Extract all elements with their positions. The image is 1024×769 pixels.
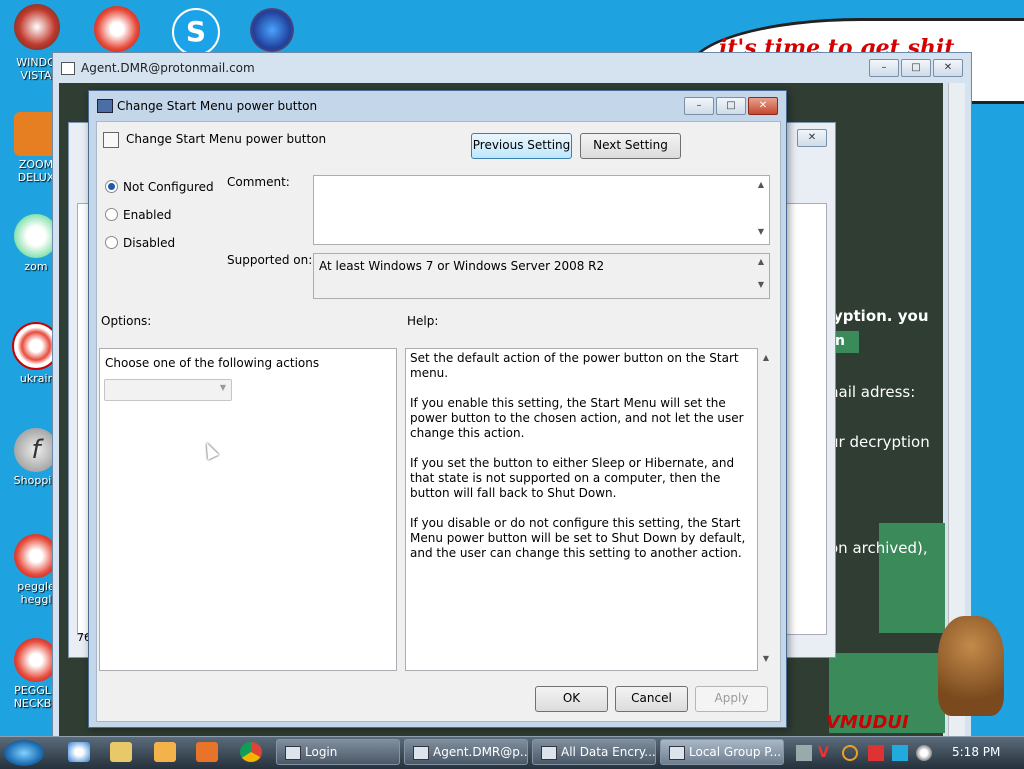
setting-icon (103, 132, 119, 148)
close-button[interactable]: ✕ (933, 59, 963, 77)
ransom-text-4: ur decryption (829, 433, 930, 451)
supported-on-field: At least Windows 7 or Windows Server 200… (313, 253, 770, 299)
radio-enabled[interactable]: Enabled (105, 208, 172, 222)
task-login[interactable]: Login (276, 739, 400, 765)
chevron-down-icon: ▼ (219, 383, 226, 392)
radio-not-configured-dot[interactable] (105, 180, 118, 193)
window-icon (413, 746, 429, 760)
tray-volume-icon[interactable] (916, 745, 932, 761)
task-local-group-policy-label: Local Group P... (689, 745, 782, 759)
tray-flag-icon[interactable] (868, 745, 884, 761)
radio-disabled-dot[interactable] (105, 236, 118, 249)
help-scrollbar[interactable]: ▲ ▼ (759, 348, 773, 669)
tray-v-icon[interactable]: V (818, 745, 834, 761)
vmudui-logo: VMUDUI (826, 712, 909, 733)
firefox-icon[interactable] (250, 8, 294, 52)
help-paragraph-1: Set the default action of the power butt… (410, 351, 739, 380)
internet-explorer-icon[interactable] (68, 742, 90, 762)
dialog-body: Change Start Menu power button Previous … (96, 121, 781, 722)
chrome-icon[interactable] (240, 742, 262, 762)
apply-button[interactable]: Apply (695, 686, 768, 712)
comment-scrollbar[interactable]: ▲ ▼ (753, 176, 769, 244)
comment-field[interactable]: ▲ ▼ (313, 175, 770, 245)
dialog-maximize-button[interactable]: □ (716, 97, 746, 115)
dialog-window-controls: – □ ✕ (682, 97, 778, 115)
options-label: Options: (101, 314, 152, 328)
policy-icon (97, 99, 113, 113)
skype-icon[interactable]: S (172, 8, 220, 56)
folder-icon[interactable] (110, 742, 132, 762)
tray-display-icon[interactable] (892, 745, 908, 761)
options-prompt: Choose one of the following actions (105, 356, 320, 370)
background-window-controls: – □ ✕ (867, 59, 963, 77)
supported-on-label: Supported on: (227, 253, 313, 267)
help-paragraph-4: If you disable or do not configure this … (410, 516, 746, 560)
radio-disabled[interactable]: Disabled (105, 236, 175, 250)
tray-network-icon[interactable] (796, 745, 812, 761)
next-setting-button[interactable]: Next Setting (580, 133, 681, 159)
help-paragraph-3: If you set the button to either Sleep or… (410, 456, 735, 500)
mascot-image (938, 616, 1004, 716)
options-panel: Choose one of the following actions ▼ (99, 348, 397, 671)
maximize-button[interactable]: □ (901, 59, 931, 77)
task-login-label: Login (305, 745, 338, 759)
help-label: Help: (407, 314, 439, 328)
radio-not-configured-label: Not Configured (123, 180, 214, 194)
power-action-dropdown[interactable]: ▼ (104, 379, 232, 401)
start-button[interactable] (4, 740, 44, 766)
windows-vista-top-icon[interactable] (14, 4, 60, 50)
ransom-text-3: nail adress: (829, 383, 916, 401)
radio-enabled-dot[interactable] (105, 208, 118, 221)
radio-not-configured[interactable]: Not Configured (105, 180, 214, 194)
policy-name: Change Start Menu power button (126, 132, 327, 146)
task-agent-dmr[interactable]: Agent.DMR@p... (404, 739, 528, 765)
dialog-title: Change Start Menu power button (117, 99, 318, 113)
ransom-text-5: on archived), (829, 539, 928, 557)
radio-enabled-label: Enabled (123, 208, 172, 222)
help-panel: Set the default action of the power butt… (405, 348, 758, 671)
peggle-top-icon[interactable] (94, 6, 140, 52)
task-all-data-encry-label: All Data Encry... (561, 745, 656, 759)
ok-button[interactable]: OK (535, 686, 608, 712)
window-icon (541, 746, 557, 760)
supported-scrollbar[interactable]: ▲ ▼ (753, 254, 769, 298)
cancel-button[interactable]: Cancel (615, 686, 688, 712)
middle-window-close-button[interactable]: ✕ (797, 129, 827, 147)
minimize-button[interactable]: – (869, 59, 899, 77)
dialog-minimize-button[interactable]: – (684, 97, 714, 115)
window-icon (61, 62, 75, 75)
media-player-icon[interactable] (154, 742, 176, 762)
ransom-text-1: yption. you (833, 307, 929, 325)
help-paragraph-2: If you enable this setting, the Start Me… (410, 396, 744, 440)
supported-on-value: At least Windows 7 or Windows Server 200… (319, 259, 605, 273)
ransom-text-2: n (835, 333, 845, 349)
app-icon[interactable] (196, 742, 218, 762)
task-local-group-policy[interactable]: Local Group P... (660, 739, 784, 765)
tray-search-icon[interactable] (842, 745, 858, 761)
previous-setting-button[interactable]: Previous Setting (471, 133, 572, 159)
task-all-data-encry[interactable]: All Data Encry... (532, 739, 656, 765)
clock[interactable]: 5:18 PM (952, 745, 1000, 759)
policy-dialog[interactable]: Change Start Menu power button – □ ✕ Chang… (88, 90, 787, 728)
comment-label: Comment: (227, 175, 290, 189)
radio-disabled-label: Disabled (123, 236, 176, 250)
login-icon (285, 746, 301, 760)
task-agent-dmr-label: Agent.DMR@p... (433, 745, 528, 759)
policy-icon (669, 746, 685, 760)
dialog-close-button[interactable]: ✕ (748, 97, 778, 115)
background-window-title: Agent.DMR@protonmail.com (81, 61, 255, 75)
